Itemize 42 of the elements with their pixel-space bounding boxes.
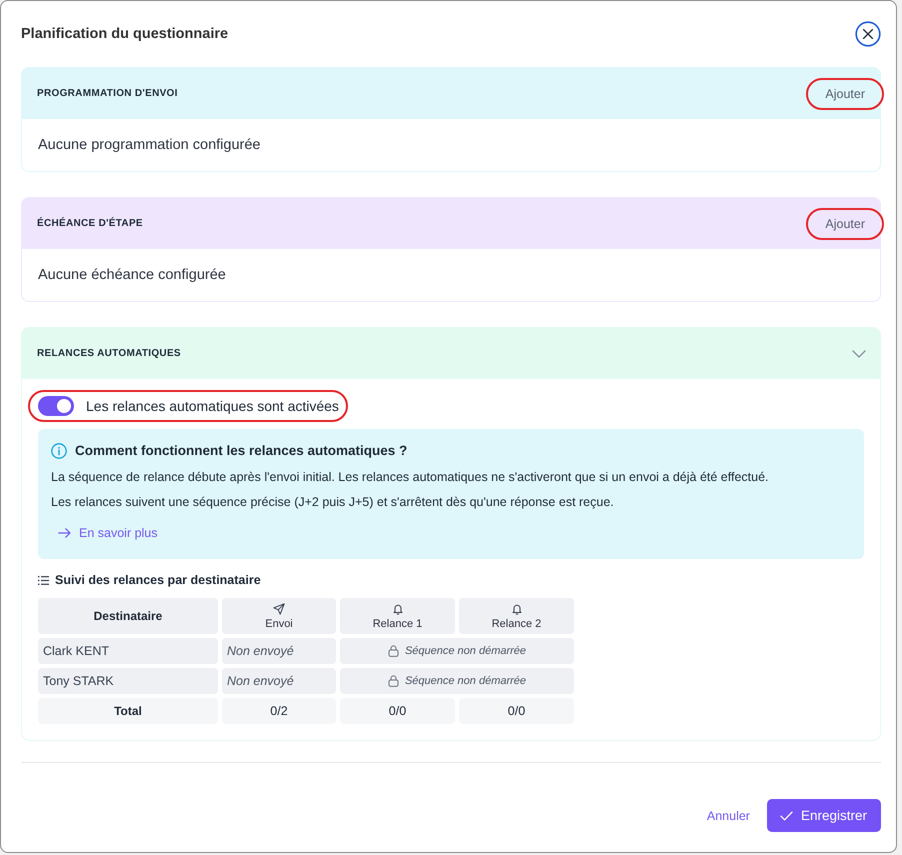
section-title: ÉCHÉANCE D'ÉTAPE	[37, 218, 143, 229]
empty-message: Aucune programmation configurée	[38, 137, 260, 153]
toggle-switch[interactable]	[38, 396, 74, 416]
section-title: PROGRAMMATION D'ENVOI	[37, 88, 178, 99]
bell-icon	[510, 602, 522, 614]
table-cell: Clark KENT	[38, 638, 218, 664]
empty-message: Aucune échéance configurée	[38, 267, 226, 283]
close-icon[interactable]	[855, 21, 881, 47]
table-header-cell: Destinataire	[38, 598, 218, 634]
table-cell: Non envoyé	[222, 638, 336, 664]
info-text: Les relances suivent une séquence précise (J+2 puis J+5) et s'arrêtent dès qu'une réponse est reçue.	[51, 494, 615, 511]
column-label: Relance 2	[492, 618, 542, 630]
status-text: Séquence non démarrée	[404, 645, 526, 657]
bell-icon	[392, 602, 404, 614]
lock-icon	[388, 675, 399, 687]
add-button[interactable]: Ajouter	[821, 84, 869, 104]
check-icon	[780, 810, 793, 820]
table-cell: Non envoyé	[222, 668, 336, 694]
list-icon	[38, 576, 49, 584]
info-text: La séquence de relance débute après l'envoi initial. Les relances automatiques ne s'activeront que si un envoi a déjà été effectué.	[51, 469, 770, 486]
table-cell: 0/0	[459, 698, 574, 724]
status-text: Séquence non démarrée	[404, 675, 526, 687]
paper-plane-icon	[273, 602, 285, 614]
column-label: Relance 1	[372, 618, 422, 630]
section-title: RELANCES AUTOMATIQUES	[37, 348, 181, 359]
tracking-title: Suivi des relances par destinataire	[55, 572, 261, 589]
info-icon	[51, 443, 67, 459]
arrow-right-icon	[58, 528, 71, 538]
save-button[interactable]: Enregistrer	[766, 799, 881, 832]
dialog-title: Planification du questionnaire	[21, 26, 228, 42]
add-button[interactable]: Ajouter	[821, 214, 869, 234]
learn-more-link[interactable]: En savoir plus	[58, 524, 158, 542]
lock-icon	[388, 645, 399, 657]
column-label: Envoi	[265, 618, 293, 630]
table-cell: Total	[38, 698, 218, 724]
info-title: Comment fonctionnent les relances automatiques ?	[75, 442, 408, 460]
table-cell: 0/0	[340, 698, 455, 724]
table-cell: Tony STARK	[38, 668, 218, 694]
cancel-button[interactable]: Annuler	[706, 808, 750, 822]
table-cell: 0/2	[222, 698, 336, 724]
toggle-label: Les relances automatiques sont activées	[86, 398, 339, 414]
chevron-down-icon[interactable]	[852, 350, 866, 358]
